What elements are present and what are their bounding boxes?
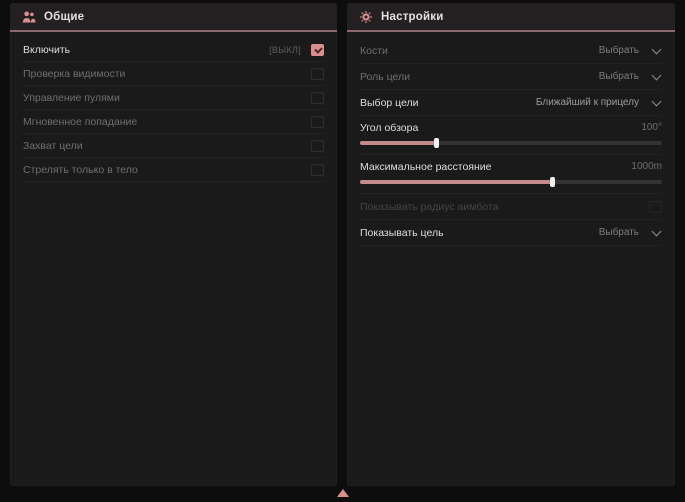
bone-select-value[interactable]: Выбрать: [599, 45, 639, 56]
general-panel: Общие Включить [ВЫКЛ] Проверка видимости…: [10, 3, 337, 486]
body-only-checkbox[interactable]: [311, 164, 324, 176]
settings-panel: Настройки Кости Выбрать Роль цели Выбрат…: [347, 3, 675, 486]
general-panel-header: Общие: [10, 3, 337, 32]
fov-slider-fill: [360, 141, 437, 145]
enable-checkbox[interactable]: [311, 44, 324, 56]
row-bullet-control[interactable]: Управление пулями: [23, 86, 324, 110]
people-icon: [22, 10, 36, 24]
bone-label: Кости: [360, 45, 388, 57]
target-lock-checkbox[interactable]: [311, 140, 324, 152]
row-target-lock-label: Захват цели: [23, 140, 83, 152]
chevron-down-icon[interactable]: [652, 96, 662, 106]
row-visibility-check-label: Проверка видимости: [23, 68, 125, 80]
row-enable[interactable]: Включить [ВЫКЛ]: [23, 38, 324, 62]
settings-panel-header: Настройки: [347, 3, 675, 32]
max-distance-slider-fill: [360, 180, 553, 184]
show-aimbot-radius-checkbox[interactable]: [649, 201, 662, 213]
row-body-only-label: Стрелять только в тело: [23, 164, 138, 176]
target-selection-select-row[interactable]: Выбор цели Ближайший к прицелу: [360, 90, 662, 116]
fov-slider[interactable]: [360, 141, 662, 145]
panel-title: Настройки: [381, 11, 443, 23]
target-selection-select-value[interactable]: Ближайший к прицелу: [536, 97, 639, 108]
row-visibility-check[interactable]: Проверка видимости: [23, 62, 324, 86]
row-instant-hit[interactable]: Мгновенное попадание: [23, 110, 324, 134]
fov-slider-group: Угол обзора 100°: [360, 116, 662, 155]
instant-hit-checkbox[interactable]: [311, 116, 324, 128]
chevron-down-icon[interactable]: [652, 44, 662, 54]
row-instant-hit-label: Мгновенное попадание: [23, 116, 137, 128]
target-role-select-row[interactable]: Роль цели Выбрать: [360, 64, 662, 90]
chevron-down-icon[interactable]: [652, 70, 662, 80]
show-aimbot-radius-label: Показывать радиус аимбота: [360, 201, 499, 213]
row-enable-hotkey[interactable]: [ВЫКЛ]: [269, 45, 301, 55]
scroll-up-triangle-icon[interactable]: [337, 489, 349, 497]
row-body-only[interactable]: Стрелять только в тело: [23, 158, 324, 182]
row-target-lock[interactable]: Захват цели: [23, 134, 324, 158]
show-aimbot-radius-row[interactable]: Показывать радиус аимбота: [360, 194, 662, 220]
row-enable-label: Включить: [23, 44, 70, 56]
bone-select-row[interactable]: Кости Выбрать: [360, 38, 662, 64]
bullet-control-checkbox[interactable]: [311, 92, 324, 104]
max-distance-slider-thumb[interactable]: [550, 177, 555, 187]
target-selection-label: Выбор цели: [360, 97, 419, 109]
fov-value: 100°: [641, 122, 662, 133]
max-distance-value: 1000m: [631, 161, 662, 172]
gear-icon: [359, 10, 373, 24]
target-role-select-value[interactable]: Выбрать: [599, 71, 639, 82]
general-panel-body: Включить [ВЫКЛ] Проверка видимости Управ…: [10, 32, 337, 182]
fov-slider-thumb[interactable]: [434, 138, 439, 148]
max-distance-slider[interactable]: [360, 180, 662, 184]
max-distance-label: Максимальное расстояние: [360, 161, 491, 173]
target-role-label: Роль цели: [360, 71, 410, 83]
panel-title: Общие: [44, 11, 84, 23]
chevron-down-icon[interactable]: [652, 226, 662, 236]
settings-panel-body: Кости Выбрать Роль цели Выбрать Выбор це…: [347, 32, 675, 246]
show-target-select-row[interactable]: Показывать цель Выбрать: [360, 220, 662, 246]
show-target-label: Показывать цель: [360, 227, 444, 239]
row-bullet-control-label: Управление пулями: [23, 92, 120, 104]
max-distance-slider-group: Максимальное расстояние 1000m: [360, 155, 662, 194]
visibility-check-checkbox[interactable]: [311, 68, 324, 80]
show-target-select-value[interactable]: Выбрать: [599, 227, 639, 238]
fov-label: Угол обзора: [360, 122, 418, 134]
